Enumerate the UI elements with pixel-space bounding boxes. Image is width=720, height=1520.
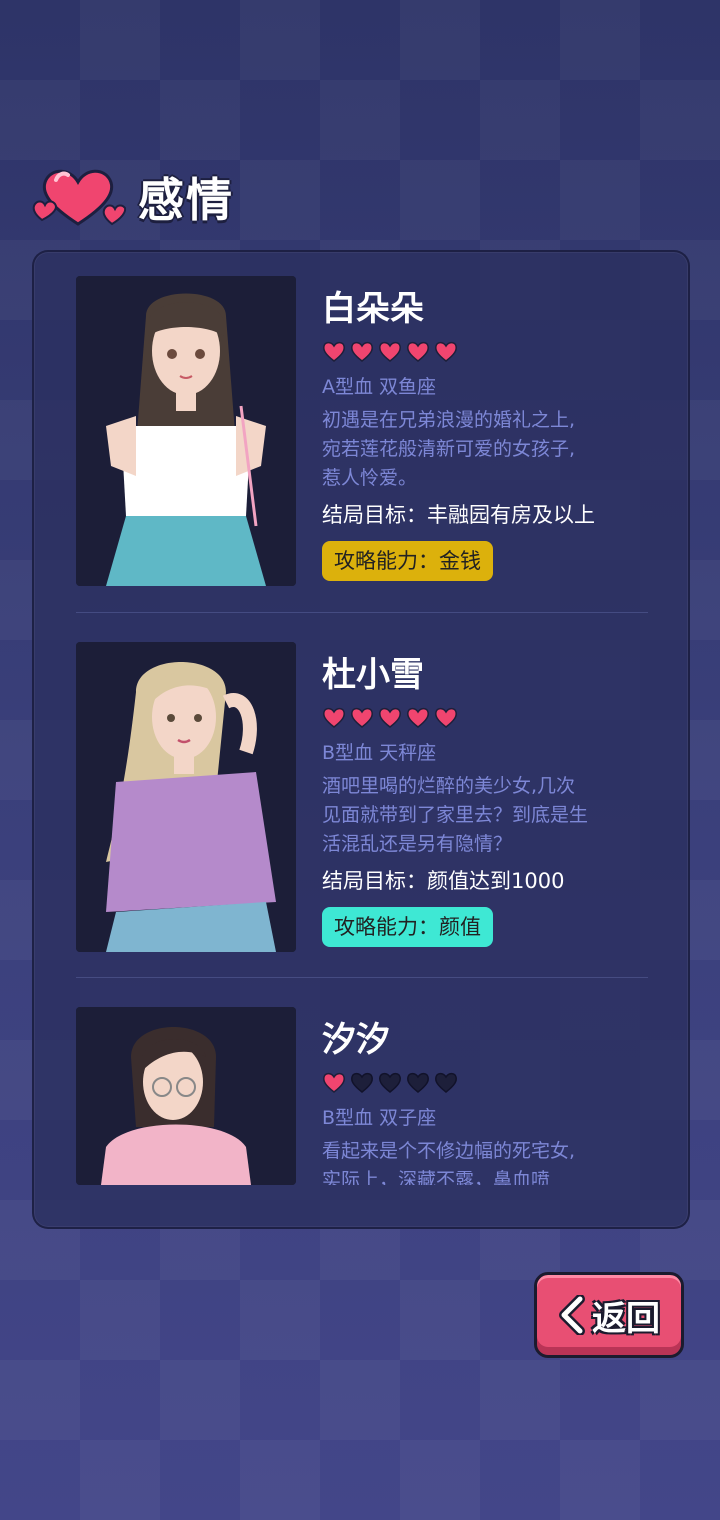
ability-badge: 攻略能力：金钱 xyxy=(322,541,493,581)
divider xyxy=(76,977,648,978)
heart-full-icon xyxy=(435,341,457,362)
ability-badge: 攻略能力：颜值 xyxy=(322,907,493,947)
heart-full-icon xyxy=(351,707,373,728)
hearts-icon xyxy=(30,162,127,232)
character-card[interactable]: 白朵朵 A型血 双鱼座 初遇是在兄弟浪漫的婚礼之上, 宛若莲花般清新可爱的女孩子… xyxy=(76,276,646,588)
ending-goal: 结局目标：丰融园有房及以上 xyxy=(322,503,595,527)
character-description: 看起来是个不修边幅的死宅女, 实际上，深藏不露，鼻血喷 xyxy=(322,1140,576,1185)
heart-full-icon xyxy=(379,341,401,362)
character-card[interactable]: 汐汐 B型血 双子座 看起来是个不修边幅的死宅女, 实际上，深藏不露，鼻血喷 xyxy=(76,1007,646,1227)
character-portrait xyxy=(76,276,296,586)
character-list-panel[interactable]: 白朵朵 A型血 双鱼座 初遇是在兄弟浪漫的婚礼之上, 宛若莲花般清新可爱的女孩子… xyxy=(32,250,690,1229)
blood-zodiac: B型血 天秤座 xyxy=(322,742,437,764)
blood-zodiac: B型血 双子座 xyxy=(322,1107,437,1129)
character-name: 汐汐 xyxy=(322,1020,390,1060)
blood-zodiac: A型血 双鱼座 xyxy=(322,376,437,398)
character-name: 杜小雪 xyxy=(322,655,424,695)
character-description: 初遇是在兄弟浪漫的婚礼之上, 宛若莲花般清新可爱的女孩子, 惹人怜爱。 xyxy=(322,409,576,489)
heart-full-icon xyxy=(323,341,345,362)
heart-full-icon xyxy=(407,707,429,728)
affection-rating xyxy=(322,1069,662,1095)
heart-full-icon xyxy=(351,341,373,362)
affection-rating xyxy=(322,704,662,730)
heart-empty-icon xyxy=(407,1072,429,1093)
heart-full-icon xyxy=(323,707,345,728)
chevron-left-icon xyxy=(559,1295,585,1335)
heart-full-icon xyxy=(379,707,401,728)
header: 感情 xyxy=(30,162,234,232)
divider xyxy=(76,612,648,613)
character-description: 酒吧里喝的烂醉的美少女,几次 见面就带到了家里去？到底是生 活混乱还是另有隐情？ xyxy=(322,775,589,855)
character-portrait xyxy=(76,1007,296,1185)
heart-empty-icon xyxy=(379,1072,401,1093)
character-name: 白朵朵 xyxy=(322,289,424,329)
heart-empty-icon xyxy=(435,1072,457,1093)
back-button-label: 返回 xyxy=(592,1298,660,1339)
heart-full-icon xyxy=(323,1072,345,1093)
heart-full-icon xyxy=(407,341,429,362)
heart-empty-icon xyxy=(351,1072,373,1093)
character-portrait xyxy=(76,642,296,952)
character-card[interactable]: 杜小雪 B型血 天秤座 酒吧里喝的烂醉的美少女,几次 见面就带到了家里去？到底是… xyxy=(76,642,646,954)
page-title: 感情 xyxy=(138,173,234,227)
ending-goal: 结局目标：颜值达到1000 xyxy=(322,869,565,893)
affection-rating xyxy=(322,338,662,364)
back-button[interactable]: 返回 xyxy=(534,1272,684,1358)
heart-full-icon xyxy=(435,707,457,728)
